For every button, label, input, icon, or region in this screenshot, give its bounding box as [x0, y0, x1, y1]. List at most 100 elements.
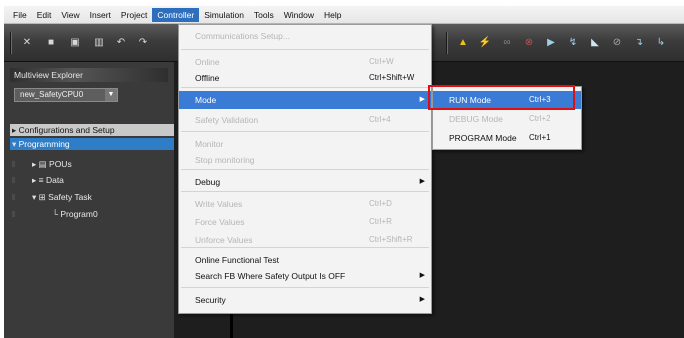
submenu-item-shortcut: Ctrl+3 [529, 95, 551, 104]
menu-simulation[interactable]: Simulation [199, 8, 249, 22]
menu-item-safety-validation: Safety Validation Ctrl+4 [179, 111, 431, 129]
tree-expander-icon[interactable]: ▸ [12, 125, 19, 135]
menu-insert[interactable]: Insert [85, 8, 116, 22]
submenu-item-program-mode[interactable]: PROGRAM Mode Ctrl+1 [433, 129, 581, 147]
menu-divider [181, 169, 429, 170]
menu-divider [181, 49, 429, 50]
delete-icon[interactable]: ▥ [92, 36, 106, 50]
menu-item-label: Mode [195, 95, 217, 105]
project-tree: ▸ Configurations and Setup ▾ Programming ▸… [10, 124, 174, 338]
menu-item-label: Search FB Where Safety Output Is OFF [195, 271, 346, 281]
menu-item-label: Force Values [195, 217, 245, 227]
menu-item-security[interactable]: Security ▶ [179, 291, 431, 309]
submenu-item-debug-mode: DEBUG Mode Ctrl+2 [433, 110, 581, 128]
copy-icon[interactable]: ■ [44, 36, 58, 50]
menu-item-label: Offline [195, 73, 220, 83]
multiview-explorer: Multiview Explorer new_SafetyCPU0 ▼ ▸ Co… [4, 62, 174, 338]
chevron-right-icon: ▶ [419, 272, 425, 279]
menu-item-search-fb-where-safety-output-is-off[interactable]: Search FB Where Safety Output Is OFF ▶ [179, 267, 431, 285]
tree-item-program0[interactable]: └ Program0 [10, 208, 174, 220]
submenu-item-label: DEBUG Mode [449, 114, 503, 124]
tree-item-label: Configurations and Setup [18, 125, 115, 135]
tree-item-pous[interactable]: ▸ ▤ POUs [10, 158, 174, 170]
menu-item-mode[interactable]: Mode ▶ [179, 91, 431, 109]
step-over-icon[interactable]: ↳ [654, 36, 668, 50]
tree-item-label: Programming [18, 139, 70, 149]
menu-item-label: Online Functional Test [195, 255, 279, 265]
menu-item-communications-setup: Communications Setup... [179, 27, 431, 45]
tree-expander-icon[interactable]: ▸ ▤ [32, 159, 49, 169]
menu-item-write-values: Write Values Ctrl+D [179, 195, 431, 213]
menu-item-shortcut: Ctrl+R [369, 217, 392, 226]
toolbar-separator [10, 32, 12, 54]
chevron-down-icon[interactable]: ▼ [105, 89, 117, 101]
menu-item-shortcut: Ctrl+4 [369, 115, 391, 124]
pause-icon[interactable]: ⊘ [610, 36, 624, 50]
step-icon[interactable]: ↯ [566, 36, 580, 50]
controller-menu: Communications Setup... Online Ctrl+W Offli… [178, 24, 432, 314]
submenu-item-label: RUN Mode [449, 95, 492, 105]
chevron-right-icon: ▶ [419, 178, 425, 185]
tree-expander-icon[interactable]: ▾ [12, 139, 19, 149]
online-icon[interactable]: ⊗ [522, 36, 536, 50]
menu-file[interactable]: File [8, 8, 32, 22]
tree-item-label: Data [45, 175, 64, 185]
tree-item-safety-task[interactable]: ▾ ⊞ Safety Task [10, 191, 174, 203]
warning-icon[interactable]: ▲ [456, 36, 470, 50]
menu-item-label: Safety Validation [195, 115, 259, 125]
submenu-item-label: PROGRAM Mode [449, 133, 517, 143]
step-into-icon[interactable]: ↴ [632, 36, 646, 50]
tree-item-programming[interactable]: ▾ Programming [10, 138, 174, 150]
menu-divider [181, 87, 429, 88]
menu-project[interactable]: Project [116, 8, 152, 22]
tree-gutter [12, 177, 15, 183]
tree-gutter [12, 211, 15, 217]
submenu-item-shortcut: Ctrl+1 [529, 133, 551, 142]
toolbar-separator [446, 32, 448, 54]
panel-title: Multiview Explorer [10, 68, 168, 82]
menu-help[interactable]: Help [319, 8, 346, 22]
tree-item-configurations-and-setup[interactable]: ▸ Configurations and Setup [10, 124, 174, 136]
run-icon[interactable]: ◣ [588, 36, 602, 50]
menu-item-offline[interactable]: Offline Ctrl+Shift+W [179, 69, 431, 87]
tree-item-data[interactable]: ▸ ≡ Data [10, 174, 174, 186]
menu-tools[interactable]: Tools [249, 8, 279, 22]
menu-item-shortcut: Ctrl+Shift+R [369, 235, 413, 244]
tree-expander-icon[interactable]: ▸ ≡ [32, 175, 46, 185]
cut-icon[interactable]: ✕ [20, 36, 34, 50]
submenu-item-run-mode[interactable]: RUN Mode Ctrl+3 [433, 91, 581, 109]
menu-divider [181, 131, 429, 132]
menu-divider [181, 191, 429, 192]
tree-item-label: POUs [49, 159, 72, 169]
tree-gutter [12, 194, 15, 200]
menu-item-label: Write Values [195, 199, 243, 209]
chevron-right-icon: ▶ [419, 296, 425, 303]
menu-item-debug[interactable]: Debug ▶ [179, 173, 431, 191]
menu-window[interactable]: Window [279, 8, 319, 22]
menu-item-label: Stop monitoring [195, 155, 255, 165]
device-select[interactable]: new_SafetyCPU0 ▼ [14, 88, 118, 102]
menu-item-force-values: Force Values Ctrl+R [179, 213, 431, 231]
menu-controller[interactable]: Controller [152, 7, 200, 22]
paste-icon[interactable]: ▣ [68, 36, 82, 50]
menu-view[interactable]: View [56, 8, 84, 22]
menu-item-stop-monitoring: Stop monitoring [179, 151, 431, 169]
submenu-item-shortcut: Ctrl+2 [529, 114, 551, 123]
tree-item-label: Program0 [60, 209, 98, 219]
menu-item-label: Online [195, 57, 220, 67]
menu-item-shortcut: Ctrl+Shift+W [369, 73, 415, 82]
tree-expander-icon[interactable]: ▾ ⊞ [32, 192, 48, 202]
redo-icon[interactable]: ↷ [136, 36, 150, 50]
mode-submenu: RUN Mode Ctrl+3 DEBUG Mode Ctrl+2 PROGRAM Mo… [432, 86, 582, 150]
menu-edit[interactable]: Edit [32, 8, 57, 22]
undo-icon[interactable]: ↶ [114, 36, 128, 50]
menu-item-label: Monitor [195, 139, 224, 149]
lightning-icon[interactable]: ⚡ [478, 36, 492, 50]
transfer-icon[interactable]: ∞ [500, 36, 514, 50]
tree-item-label: Safety Task [48, 192, 92, 202]
menu-item-label: Debug [195, 177, 221, 187]
menu-item-shortcut: Ctrl+D [369, 199, 392, 208]
menu-item-label: Security [195, 295, 226, 305]
device-select-value: new_SafetyCPU0 [20, 90, 84, 99]
program-mode-icon[interactable]: ▶ [544, 36, 558, 50]
